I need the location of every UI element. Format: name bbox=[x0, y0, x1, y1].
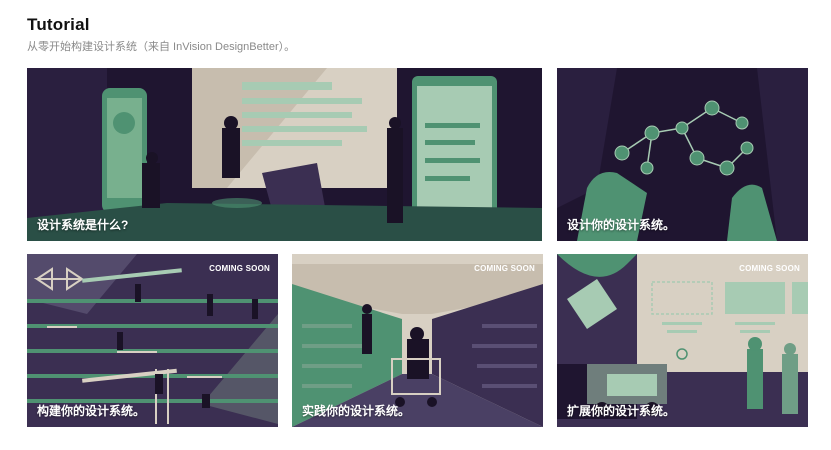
page-subtitle: 从零开始构建设计系统（来自 InVision DesignBetter）。 bbox=[27, 41, 296, 53]
coming-soon-badge: COMING SOON bbox=[209, 264, 270, 273]
tutorial-card-what-is-design-system[interactable]: 设计系统是什么? bbox=[27, 68, 542, 241]
card-title: 设计系统是什么? bbox=[37, 218, 129, 232]
coming-soon-badge: COMING SOON bbox=[739, 264, 800, 273]
page-title: Tutorial bbox=[27, 15, 90, 34]
tutorial-card-scale-your-system[interactable]: COMING SOON 扩展你的设计系统。 bbox=[557, 254, 808, 427]
tutorial-card-build-your-system[interactable]: COMING SOON 构建你的设计系统。 bbox=[27, 254, 278, 427]
card-title: 扩展你的设计系统。 bbox=[567, 404, 676, 418]
tutorial-card-practice-your-system[interactable]: COMING SOON 实践你的设计系统。 bbox=[292, 254, 543, 427]
card-title: 设计你的设计系统。 bbox=[567, 218, 676, 232]
card-title: 实践你的设计系统。 bbox=[302, 404, 411, 418]
coming-soon-badge: COMING SOON bbox=[474, 264, 535, 273]
tutorial-card-design-your-system[interactable]: 设计你的设计系统。 bbox=[557, 68, 808, 241]
card-title: 构建你的设计系统。 bbox=[37, 404, 146, 418]
